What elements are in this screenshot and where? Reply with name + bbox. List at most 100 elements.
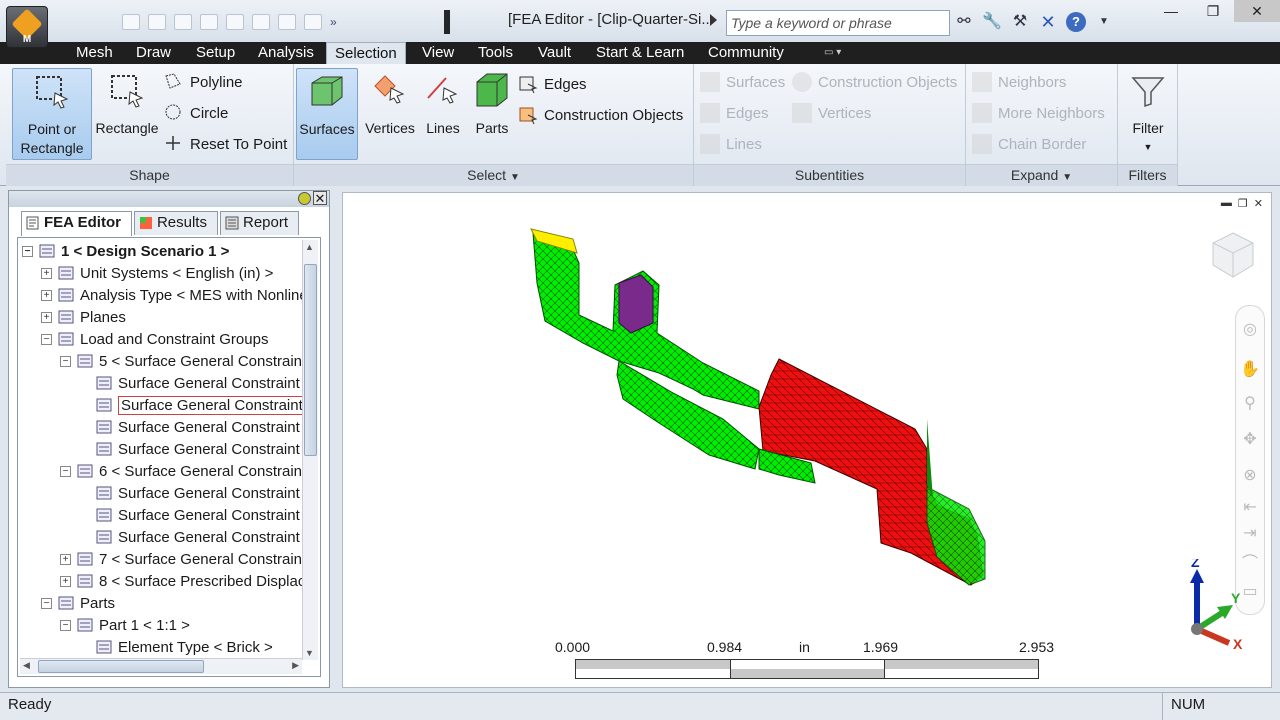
subentities-edges-button[interactable]: Edges	[700, 101, 769, 125]
tree-item[interactable]: + Unit Systems < English (in) >	[41, 262, 273, 284]
tab-fea-editor[interactable]: FEA Editor	[21, 211, 132, 236]
keyword-search-input[interactable]: Type a keyword or phrase	[726, 10, 950, 36]
scroll-right-icon[interactable]: ▶	[292, 660, 299, 671]
tab-selection[interactable]: Selection	[326, 42, 406, 64]
tree-item[interactable]: Surface General Constraint 1	[79, 482, 312, 504]
expand-icon[interactable]: +	[41, 289, 52, 301]
title-expand-icon[interactable]	[710, 14, 717, 26]
tree-vertical-scroll-thumb[interactable]	[304, 264, 317, 456]
point-or-rectangle-button[interactable]: Point or Rectangle	[12, 68, 92, 160]
tab-analysis[interactable]: Analysis	[250, 42, 322, 64]
tree-item[interactable]: − 6 < Surface General Constraints	[60, 460, 314, 482]
model-viewport[interactable]: ▬ ❐ ✕ ◎ ✋ ⚲ ✥ ⊗ ⇤ ⇥ ⌒ ▭ 0.000 0.984 in 1…	[342, 192, 1272, 688]
tree-item[interactable]: +7 < Surface General Constraints	[60, 548, 314, 570]
tree-horizontal-scrollbar[interactable]: ◀ ▶	[20, 658, 302, 674]
viewport-minimize-button[interactable]: ▬	[1221, 197, 1232, 210]
chain-border-button[interactable]: Chain Border	[972, 132, 1086, 156]
tree-item[interactable]: − Parts	[41, 592, 115, 614]
tab-setup[interactable]: Setup	[188, 42, 243, 64]
steering-wheel-icon[interactable]: ◎	[1240, 320, 1260, 340]
filter-button[interactable]: Filter ▼	[1122, 68, 1174, 152]
new-icon[interactable]	[122, 14, 140, 30]
print-icon[interactable]	[252, 14, 270, 30]
tab-vault[interactable]: Vault	[530, 42, 579, 64]
expand-icon[interactable]: +	[60, 575, 71, 587]
tree-vertical-scrollbar[interactable]: ▲ ▼	[302, 240, 318, 660]
tree-item[interactable]: + Planes	[41, 306, 126, 328]
panel-close-button[interactable]: ✕	[313, 191, 327, 205]
more-neighbors-button[interactable]: More Neighbors	[972, 101, 1105, 125]
pin-icon[interactable]	[298, 192, 311, 205]
zoom-icon[interactable]: ⚲	[1240, 394, 1260, 414]
reset-to-point-button[interactable]: Reset To Point	[164, 132, 287, 156]
tab-start-learn[interactable]: Start & Learn	[588, 42, 692, 64]
tree-item[interactable]: Element Type < Brick >	[79, 636, 273, 658]
expand-group-label[interactable]: Expand ▼	[966, 164, 1117, 186]
scroll-down-icon[interactable]: ▼	[305, 648, 314, 658]
tree-item[interactable]: Surface General Constraint 1	[79, 416, 312, 438]
tab-community[interactable]: Community	[700, 42, 792, 64]
expand-icon[interactable]: +	[60, 553, 71, 565]
tab-report[interactable]: Report	[219, 211, 300, 235]
tab-view[interactable]: View	[414, 42, 462, 64]
collapse-icon[interactable]: −	[41, 597, 52, 609]
expand-icon[interactable]: +	[41, 267, 52, 279]
tree-item[interactable]: Surface General Constraint 1	[79, 394, 319, 416]
subentities-surfaces-button[interactable]: Surfaces	[700, 70, 785, 94]
edges-select-button[interactable]: Edges	[518, 72, 587, 96]
tab-tools[interactable]: Tools	[470, 42, 521, 64]
subentities-lines-button[interactable]: Lines	[700, 132, 762, 156]
tab-results[interactable]: Results	[133, 211, 218, 235]
tree-item[interactable]: +8 < Surface Prescribed Displace	[60, 570, 314, 592]
minimize-button[interactable]: —	[1150, 0, 1192, 22]
next-view-icon[interactable]: ⇥	[1240, 524, 1260, 544]
center-icon[interactable]: ⊗	[1240, 466, 1260, 486]
tree-item[interactable]: − Part 1 < 1:1 >	[60, 614, 190, 636]
ribbon-options-icon[interactable]: ▭ ▾	[824, 47, 858, 59]
viewport-close-button[interactable]: ✕	[1254, 197, 1263, 210]
subentities-vertices-button[interactable]: Vertices	[792, 101, 871, 125]
parts-select-button[interactable]: Parts	[468, 68, 516, 138]
collapse-icon[interactable]: −	[60, 355, 71, 367]
fea-mesh-model[interactable]	[523, 223, 1003, 603]
tree-item[interactable]: − 5 < Surface General Constraints	[60, 350, 314, 372]
tree-item[interactable]: Surface General Constraint 1	[79, 504, 312, 526]
construction-objects-select-button[interactable]: Construction Objects	[518, 103, 683, 127]
tree-item[interactable]: Surface General Constraint 2	[79, 526, 312, 548]
surfaces-select-button[interactable]: Surfaces	[296, 68, 358, 160]
maximize-button[interactable]: ❐	[1192, 0, 1234, 22]
vertices-select-button[interactable]: Vertices	[360, 68, 420, 138]
save-icon[interactable]	[174, 14, 192, 30]
redo-icon[interactable]	[226, 14, 244, 30]
tab-mesh[interactable]: Mesh	[68, 42, 121, 64]
open-icon[interactable]	[148, 14, 166, 30]
help-icon[interactable]: ?	[1066, 12, 1086, 32]
previous-view-icon[interactable]: ⇤	[1240, 498, 1260, 518]
polyline-button[interactable]: Polyline	[164, 70, 243, 94]
scroll-left-icon[interactable]: ◀	[23, 660, 30, 671]
tree-item[interactable]: − 1 < Design Scenario 1 >	[22, 240, 229, 262]
tree-item[interactable]: Surface General Constraint 1	[79, 438, 312, 460]
collapse-icon[interactable]: −	[60, 465, 71, 477]
wrench-icon[interactable]: 🔧	[982, 12, 1002, 32]
collapse-icon[interactable]: −	[22, 245, 33, 257]
tab-draw[interactable]: Draw	[128, 42, 179, 64]
application-menu-button[interactable]: M	[6, 6, 48, 48]
orbit-icon[interactable]: ✥	[1240, 430, 1260, 450]
scroll-up-icon[interactable]: ▲	[305, 242, 314, 252]
undo-icon[interactable]	[200, 14, 218, 30]
collapse-icon[interactable]: −	[60, 619, 71, 631]
exchange-icon[interactable]: ✕	[1038, 12, 1058, 32]
subentities-construction-objects-button[interactable]: Construction Objects	[792, 70, 957, 94]
tools-icon[interactable]: ⚒	[1010, 12, 1030, 32]
binoculars-icon[interactable]: ⚯	[954, 12, 974, 32]
expand-icon[interactable]: +	[41, 311, 52, 323]
qat-more-icon[interactable]: »	[330, 15, 337, 29]
select-group-label[interactable]: Select ▼	[294, 164, 693, 186]
rectangle-button[interactable]: Rectangle	[88, 68, 166, 138]
neighbors-button[interactable]: Neighbors	[972, 70, 1066, 94]
circle-button[interactable]: Circle	[164, 101, 228, 125]
tree-item[interactable]: − Load and Constraint Groups	[41, 328, 268, 350]
tree-horizontal-scroll-thumb[interactable]	[38, 660, 204, 673]
viewcube-icon[interactable]	[1209, 231, 1257, 279]
